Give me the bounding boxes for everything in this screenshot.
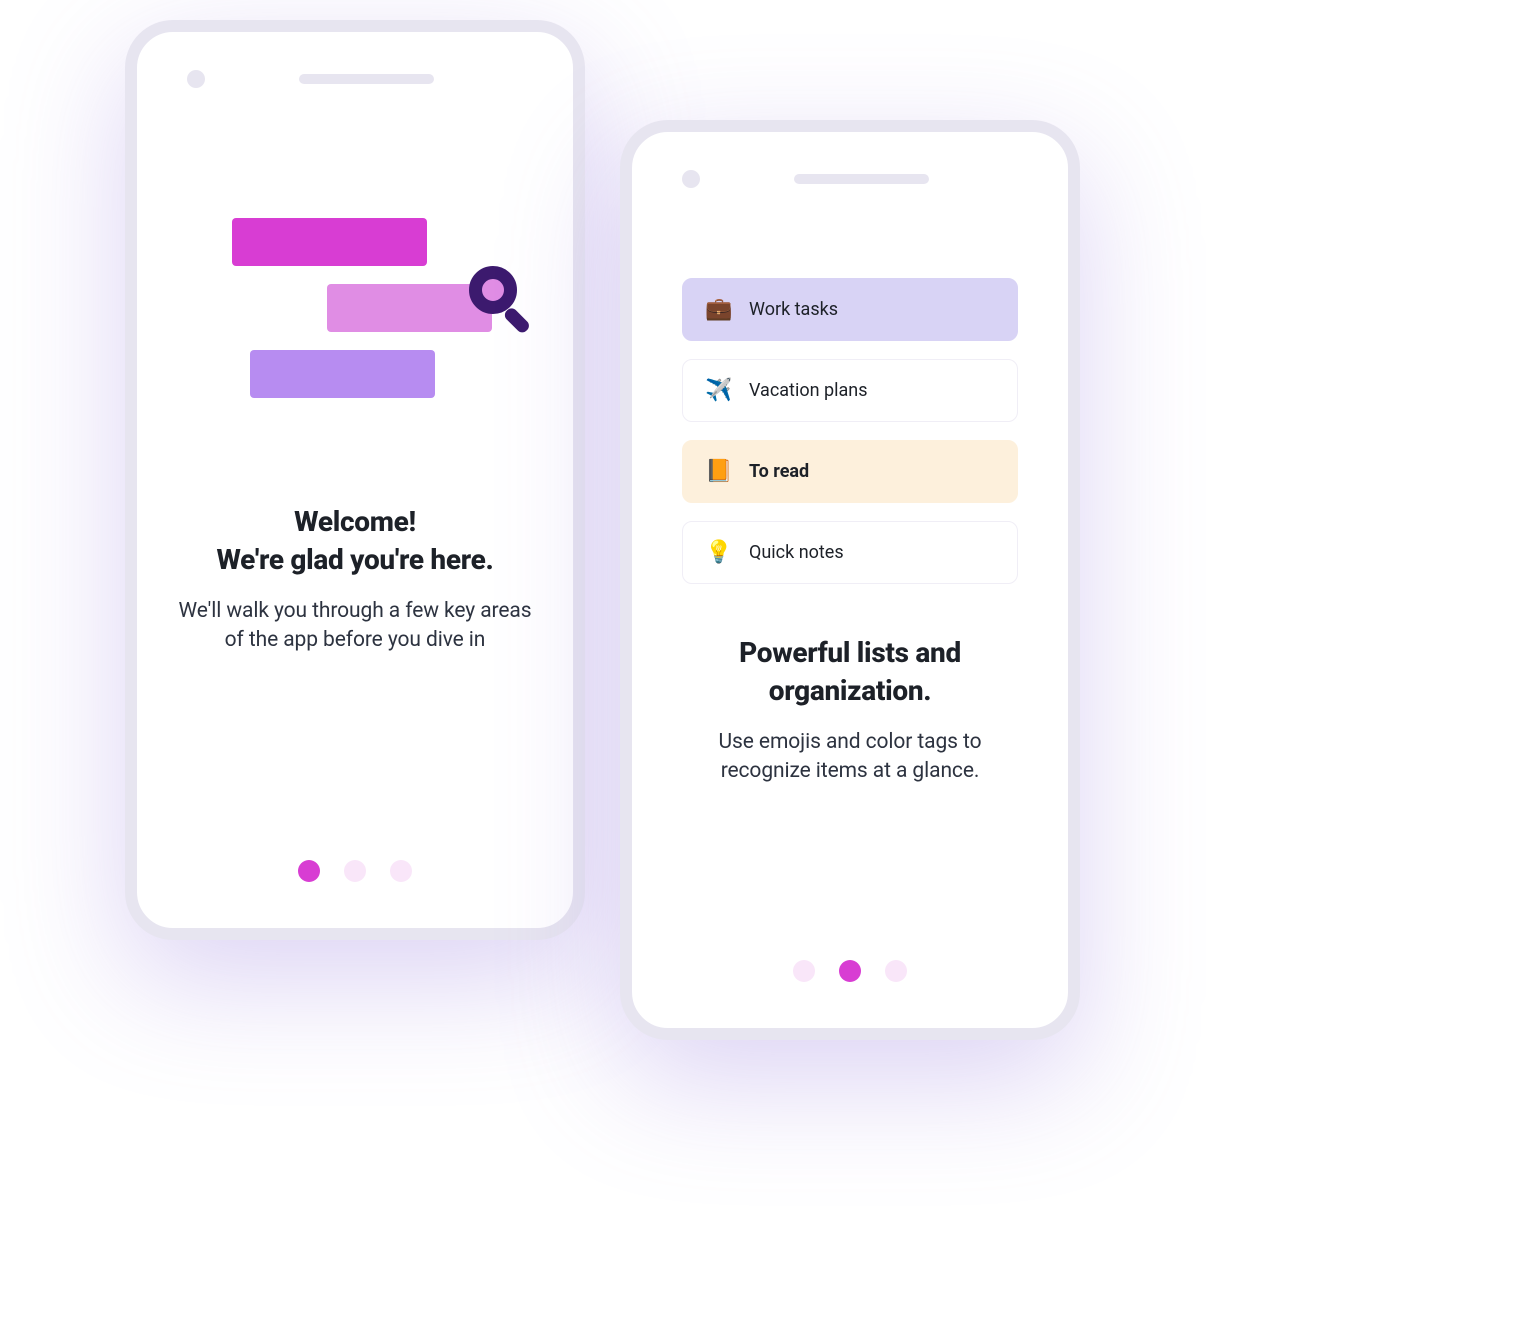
title-line: organization. [769,674,932,707]
welcome-illustration [137,218,573,428]
book-icon: 📙 [705,459,731,484]
phone-status-bar [137,32,573,108]
list-item[interactable]: 📙 To read [682,440,1018,503]
illustration-bar [232,218,427,266]
list-item[interactable]: ✈️ Vacation plans [682,359,1018,422]
lightbulb-icon: 💡 [705,540,731,565]
page-indicator [298,860,412,882]
title-line: Powerful lists and [739,636,961,669]
onboarding-title: Powerful lists and organization. [672,634,1028,710]
page-dot[interactable] [885,960,907,982]
page-dot[interactable] [344,860,366,882]
list-item[interactable]: 💡 Quick notes [682,521,1018,584]
onboarding-screen-2: 💼 Work tasks ✈️ Vacation plans 📙 To read… [620,120,1080,1040]
title-line: We're glad you're here. [216,543,493,576]
briefcase-icon: 💼 [705,297,731,322]
camera-icon [187,70,205,88]
list-item-label: Vacation plans [749,380,868,401]
phone-status-bar [632,132,1068,208]
onboarding-subtitle: Use emojis and color tags to recognize i… [672,728,1028,787]
page-dot[interactable] [793,960,815,982]
camera-icon [682,170,700,188]
page-dot[interactable] [298,860,320,882]
onboarding-content: Welcome! We're glad you're here. We'll w… [137,503,573,655]
list-preview: 💼 Work tasks ✈️ Vacation plans 📙 To read… [632,208,1068,584]
onboarding-subtitle: We'll walk you through a few key areas o… [177,597,533,656]
list-item-label: Quick notes [749,542,844,563]
speaker-icon [794,174,929,184]
speaker-icon [299,74,434,84]
airplane-icon: ✈️ [705,378,731,403]
page-dot[interactable] [839,960,861,982]
page-dot[interactable] [390,860,412,882]
list-item-label: To read [749,461,809,482]
list-item[interactable]: 💼 Work tasks [682,278,1018,341]
onboarding-screen-1: Welcome! We're glad you're here. We'll w… [125,20,585,940]
page-indicator [793,960,907,982]
illustration-bar [327,284,492,332]
magnifier-icon [469,266,541,338]
title-line: Welcome! [294,505,416,538]
onboarding-content: Powerful lists and organization. Use emo… [632,634,1068,786]
illustration-bar [250,350,435,398]
onboarding-title: Welcome! We're glad you're here. [177,503,533,579]
list-item-label: Work tasks [749,299,838,320]
